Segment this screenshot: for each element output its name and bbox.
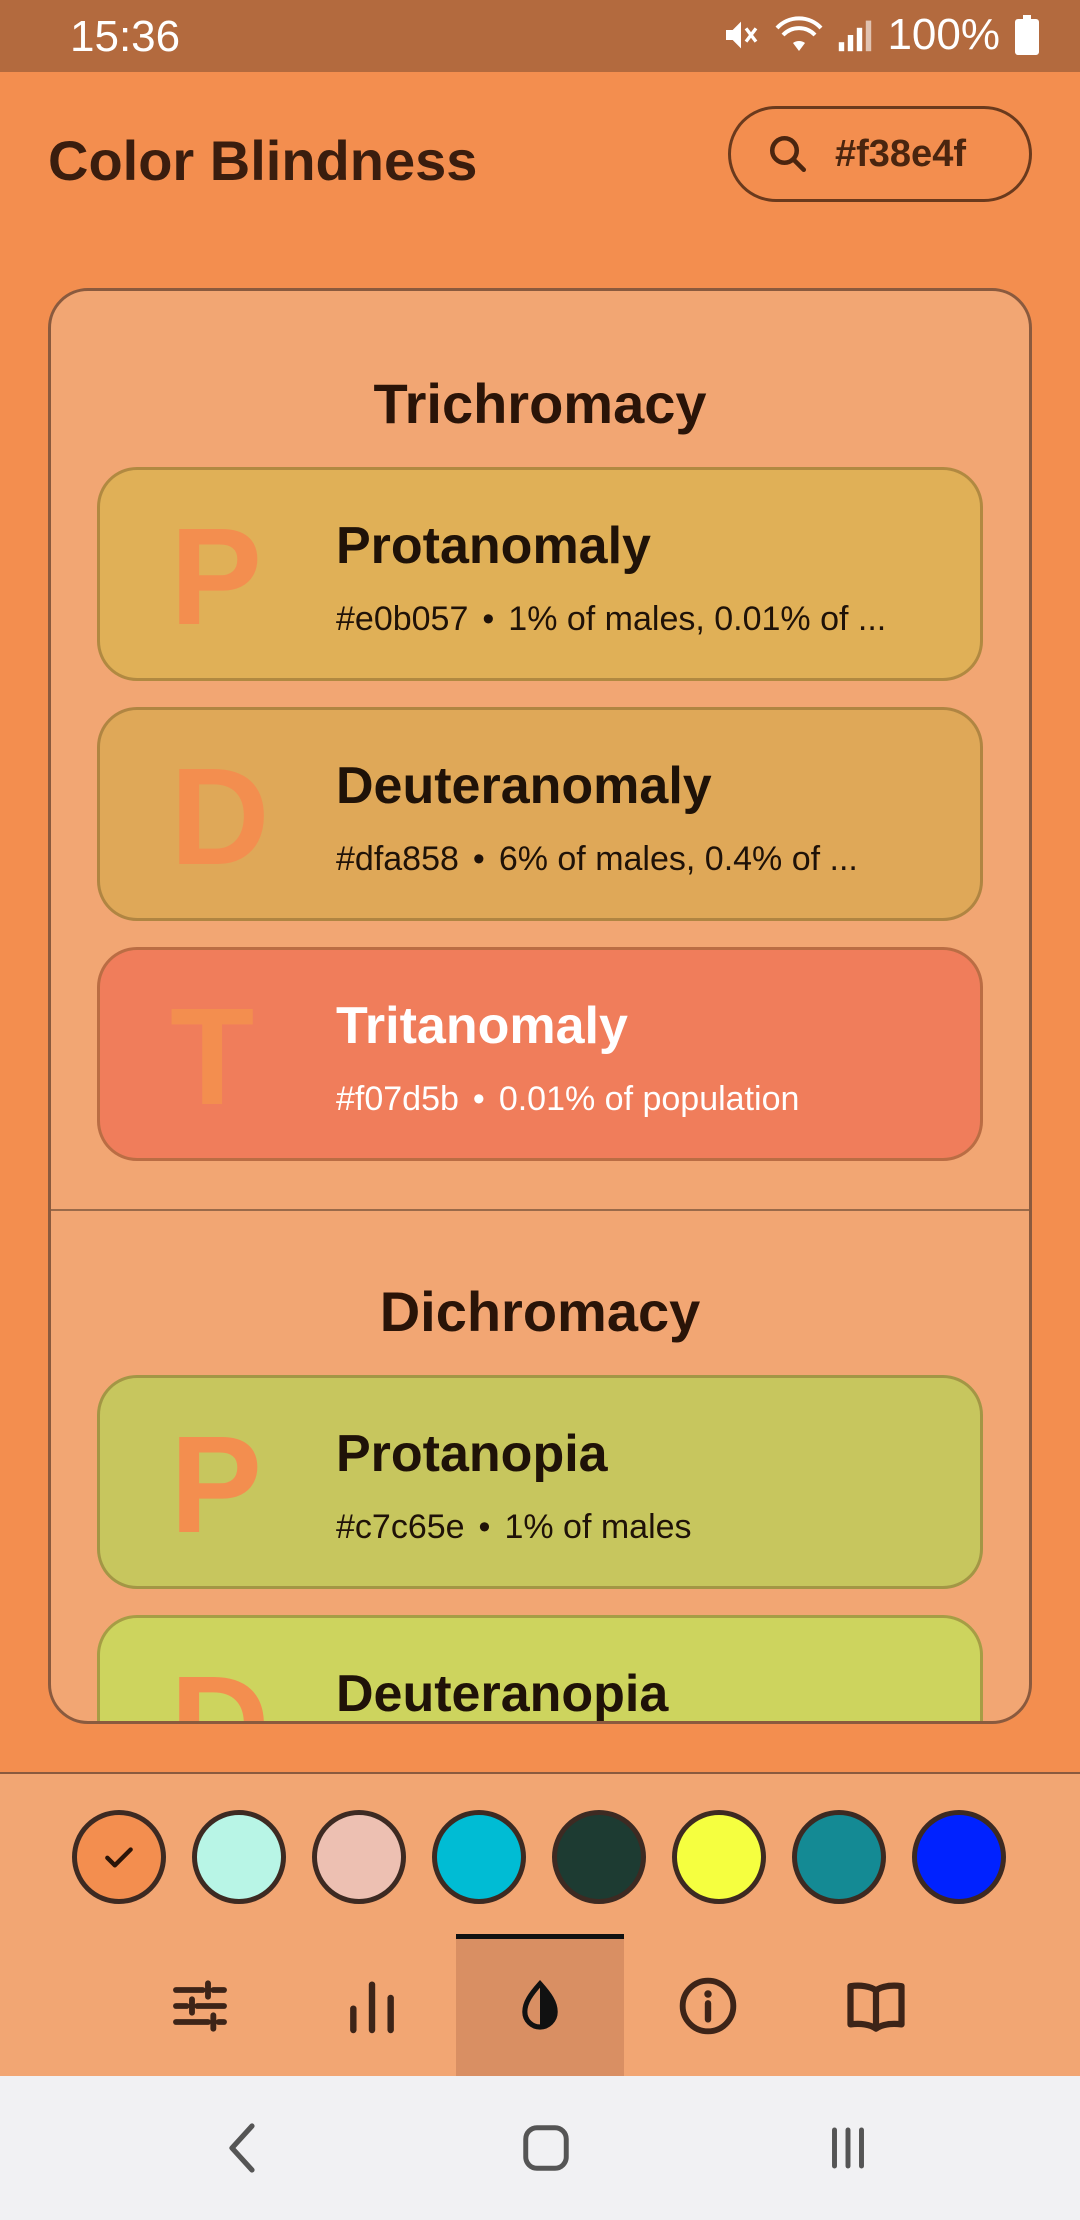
- color-blindness-list[interactable]: Trichromacy P Protanomaly #e0b057 • 1% of …: [48, 288, 1032, 1724]
- type-card-tritanomaly[interactable]: T Tritanomaly #f07d5b • 0.01% of populatio…: [97, 947, 983, 1161]
- page-title: Color Blindness: [48, 129, 478, 192]
- type-hex: #e0b057: [336, 600, 469, 638]
- type-letter: D: [170, 1656, 270, 1721]
- type-card-deuteranomaly[interactable]: D Deuteranomaly #dfa858 • 6% of males, 0.4…: [97, 707, 983, 921]
- signal-icon: [839, 20, 872, 52]
- color-swatch[interactable]: [312, 1810, 406, 1904]
- wifi-icon: [775, 16, 823, 51]
- type-name: Deuteranopia: [336, 1665, 669, 1723]
- type-hex: #c7c65e: [336, 1508, 465, 1546]
- mute-icon: [726, 21, 758, 49]
- type-prevalence: 1% of males: [504, 1508, 692, 1546]
- book-icon: [847, 1982, 905, 2032]
- color-swatch[interactable]: [912, 1810, 1006, 1904]
- type-prevalence: 1% of males, 0.01% of ...: [508, 600, 887, 638]
- color-swatch[interactable]: [552, 1810, 646, 1904]
- sliders-icon: [173, 1980, 227, 2032]
- status-bar: 15:36 100%: [0, 0, 1080, 72]
- color-swatch[interactable]: [432, 1810, 526, 1904]
- bar-chart-icon: [350, 1981, 394, 2034]
- color-swatch-selected[interactable]: [72, 1810, 166, 1904]
- type-card-deuteranopia[interactable]: D Deuteranopia: [97, 1615, 983, 1723]
- type-name: Deuteranomaly: [336, 757, 712, 815]
- section-title-trichromacy: Trichromacy: [373, 372, 707, 435]
- search-icon: [769, 135, 807, 173]
- system-navigation-bar: [0, 2076, 1080, 2220]
- current-color-value: #f38e4f: [835, 132, 966, 175]
- checkmark-icon: [105, 1847, 133, 1868]
- type-details: #f07d5b • 0.01% of population: [336, 1080, 800, 1118]
- status-icons: 100%: [721, 10, 1040, 60]
- system-recents-button[interactable]: [808, 2116, 888, 2180]
- info-icon: [679, 1977, 737, 2035]
- home-square-icon: [523, 2125, 569, 2171]
- battery-icon: [1015, 15, 1039, 55]
- type-letter: P: [170, 500, 263, 654]
- type-letter: T: [170, 980, 255, 1134]
- type-card-protanopia[interactable]: P Protanopia #c7c65e • 1% of males: [97, 1375, 983, 1589]
- type-hex: #dfa858: [336, 840, 459, 878]
- type-details: #dfa858 • 6% of males, 0.4% of ...: [336, 840, 858, 878]
- type-name: Protanomaly: [336, 517, 651, 575]
- back-chevron-icon: [229, 2123, 255, 2173]
- contrast-drop-icon: [522, 1979, 558, 2030]
- color-search-button[interactable]: #f38e4f: [728, 106, 1032, 202]
- nav-tab-charts[interactable]: [288, 1934, 456, 2078]
- type-letter: D: [170, 740, 270, 894]
- type-name: Tritanomaly: [336, 997, 628, 1055]
- nav-tab-info[interactable]: [624, 1934, 792, 2078]
- color-swatch[interactable]: [192, 1810, 286, 1904]
- type-details: #e0b057 • 1% of males, 0.01% of ...: [336, 600, 887, 638]
- type-card-protanomaly[interactable]: P Protanomaly #e0b057 • 1% of males, 0.01%…: [97, 467, 983, 681]
- nav-tab-learn[interactable]: [792, 1934, 960, 2078]
- system-home-button[interactable]: [506, 2116, 586, 2180]
- status-time: 15:36: [70, 12, 181, 61]
- type-prevalence: 6% of males, 0.4% of ...: [498, 840, 858, 878]
- type-name: Protanopia: [336, 1425, 608, 1483]
- section-divider: [51, 1209, 1029, 1211]
- color-swatch[interactable]: [672, 1810, 766, 1904]
- battery-percent: 100%: [887, 10, 1000, 59]
- nav-tab-color-blindness[interactable]: [456, 1934, 624, 2078]
- type-details: #c7c65e • 1% of males: [336, 1508, 692, 1546]
- section-title-dichromacy: Dichromacy: [379, 1280, 701, 1343]
- recents-icon: [832, 2127, 864, 2169]
- bottom-panel: [0, 1772, 1080, 2078]
- nav-tab-adjust[interactable]: [116, 1934, 284, 2078]
- color-swatch[interactable]: [792, 1810, 886, 1904]
- system-back-button[interactable]: [204, 2116, 284, 2180]
- type-hex: #f07d5b: [336, 1080, 459, 1118]
- type-prevalence: 0.01% of population: [498, 1080, 800, 1118]
- type-letter: P: [170, 1408, 263, 1562]
